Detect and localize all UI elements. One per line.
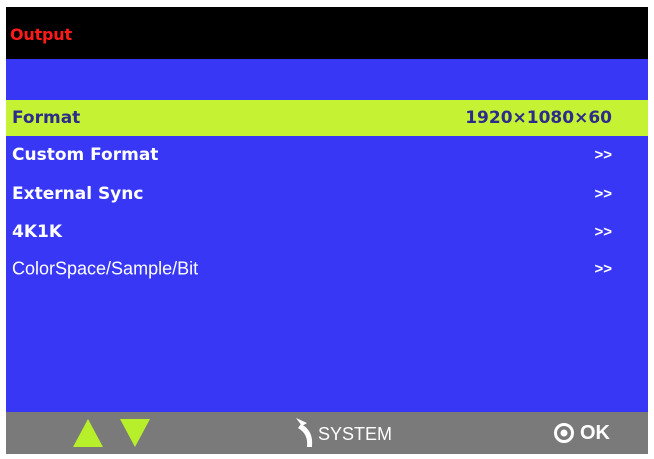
ring-dot-icon [554, 423, 574, 443]
menu-item-label: 4K1K [12, 222, 63, 242]
menu-item-4k1k[interactable]: 4K1K >> [6, 214, 648, 250]
menu-item-external-sync[interactable]: External Sync >> [6, 176, 648, 212]
menu-item-colorspace[interactable]: ColorSpace/Sample/Bit >> [6, 251, 648, 287]
submenu-arrow: >> [594, 185, 612, 203]
menu-item-format[interactable]: Format 1920×1080×60 [6, 100, 648, 136]
menu-item-value: 1920×1080×60 [465, 108, 612, 128]
menu-item-custom-format[interactable]: Custom Format >> [6, 137, 648, 173]
device-screen: Output Format 1920×1080×60 Custom Format… [6, 7, 648, 454]
menu-item-label: ColorSpace/Sample/Bit [12, 258, 199, 279]
triangle-down-icon[interactable] [119, 418, 151, 448]
triangle-up-icon[interactable] [72, 418, 104, 448]
menu-item-label: Custom Format [12, 145, 159, 165]
system-label: SYSTEM [318, 424, 393, 444]
bottom-control-bar: SYSTEM OK [6, 412, 648, 454]
title-bar: Output [6, 7, 648, 59]
submenu-arrow: >> [594, 223, 612, 241]
menu-item-label: Format [12, 108, 81, 128]
page-title: Output [10, 25, 72, 44]
ok-label: OK [580, 422, 610, 444]
submenu-arrow: >> [594, 260, 612, 278]
submenu-arrow: >> [594, 146, 612, 164]
curved-back-arrow-icon [296, 418, 313, 447]
menu-item-label: External Sync [12, 184, 144, 204]
